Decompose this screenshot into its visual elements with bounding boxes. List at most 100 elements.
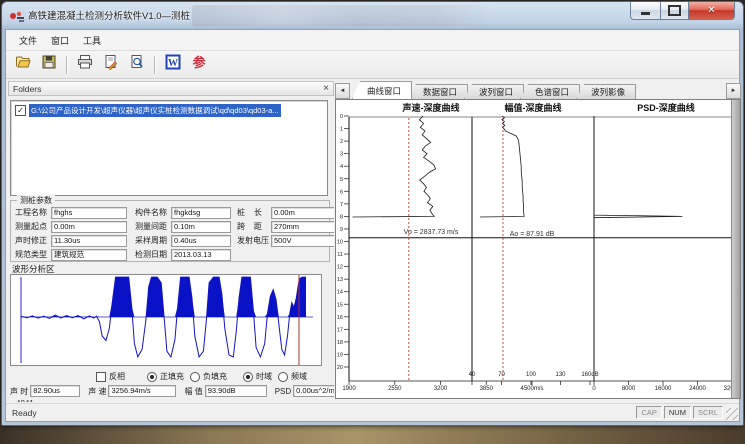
- print-button[interactable]: [73, 54, 97, 76]
- toolbar-separator: [154, 56, 156, 74]
- pile-params-rows: 工程名称fhghs构件名称fhgkdsg桩 长0.00m测量起点0.00m测量间…: [11, 206, 329, 261]
- fill-radio-group-1: 负填充: [190, 371, 227, 382]
- svg-text:Vo = 2837.73 m/s: Vo = 2837.73 m/s: [404, 229, 459, 236]
- readout-field-1[interactable]: 3256.94m/s: [108, 385, 176, 397]
- readout-label-3: PSD: [275, 387, 291, 396]
- svg-text:16000: 16000: [655, 386, 672, 392]
- readout-field-3[interactable]: 0.00us^2/m: [293, 385, 334, 397]
- invert-checkbox-group: 反相: [96, 371, 125, 382]
- param-label: 桩 长: [237, 207, 271, 218]
- param-field[interactable]: 0.10m: [171, 221, 231, 233]
- params-button[interactable]: 参: [187, 54, 211, 76]
- close-button[interactable]: ✕: [688, 2, 735, 20]
- status-indicator-num: NUM: [664, 406, 691, 419]
- param-field[interactable]: 270mm: [271, 221, 334, 233]
- depth-charts-svg: 01234567891011121314151617181920声速-深度曲线1…: [336, 100, 732, 398]
- svg-text:1: 1: [340, 127, 343, 133]
- list-item[interactable]: ✓G:\公司产品设计开发\超声仪器\超声仪实桩检测数据调试\qd\qd03\qd…: [15, 104, 325, 117]
- menu-item-1[interactable]: 窗口: [44, 32, 76, 49]
- param-label: 测量起点: [15, 221, 51, 232]
- param-field[interactable]: 11.30us: [51, 235, 127, 247]
- file-list[interactable]: ✓G:\公司产品设计开发\超声仪器\超声仪实桩检测数据调试\qd\qd03\qd…: [10, 100, 328, 196]
- svg-text:17: 17: [337, 327, 343, 333]
- svg-text:4500m/s: 4500m/s: [520, 386, 543, 392]
- domain-radio-label-0: 时域: [256, 371, 272, 382]
- param-field[interactable]: 0.40us: [171, 235, 231, 247]
- menu-item-2[interactable]: 工具: [76, 32, 108, 49]
- svg-text:6: 6: [340, 189, 343, 195]
- readout-field-2[interactable]: 93.90dB: [205, 385, 267, 397]
- svg-text:4: 4: [340, 164, 343, 170]
- fill-radio-label-1: 负填充: [203, 371, 227, 382]
- depth-charts[interactable]: 01234567891011121314151617181920声速-深度曲线1…: [335, 99, 741, 399]
- tab-1[interactable]: 数据窗口: [408, 84, 468, 99]
- fill-radio-1[interactable]: [190, 372, 200, 382]
- param-field[interactable]: fhgkdsg: [171, 207, 231, 219]
- domain-radio-1[interactable]: [278, 372, 288, 382]
- clipped-text: 4841: [16, 399, 34, 402]
- param-field[interactable]: 建筑规范: [51, 249, 127, 261]
- pile-params-title: 测桩参数: [17, 195, 55, 206]
- svg-text:8000: 8000: [622, 386, 636, 392]
- params-icon: 参: [191, 54, 207, 75]
- domain-radio-0[interactable]: [243, 372, 253, 382]
- resize-grip[interactable]: [726, 408, 738, 420]
- export-report-button[interactable]: [99, 54, 123, 76]
- invert-label: 反相: [109, 371, 125, 382]
- status-message: Ready: [6, 408, 37, 418]
- title-bar[interactable]: 高铁建混凝土检测分析软件V1.0—测桩 ✕: [2, 2, 743, 29]
- svg-text:70: 70: [498, 372, 505, 378]
- maximize-button[interactable]: [660, 2, 689, 20]
- param-label: 检测日期: [135, 249, 171, 260]
- save-button[interactable]: [37, 54, 61, 76]
- param-row: 测量起点0.00m测量间距0.10m跨 距270mm: [11, 220, 329, 233]
- maximize-icon: [668, 5, 681, 16]
- tab-2[interactable]: 波列窗口: [464, 84, 524, 99]
- folders-panel-header[interactable]: Folders ×: [8, 81, 334, 96]
- toolbar-separator: [66, 56, 68, 74]
- param-field[interactable]: 0.00m: [271, 207, 334, 219]
- param-field[interactable]: fhghs: [51, 207, 127, 219]
- menu-bar: 文件窗口工具: [6, 30, 739, 51]
- svg-text:Ao = 87.91 dB: Ao = 87.91 dB: [510, 231, 555, 238]
- window-title: 高铁建混凝土检测分析软件V1.0—测桩: [28, 8, 190, 22]
- param-field[interactable]: 2013.03.13: [171, 249, 231, 261]
- fill-radio-label-0: 正填充: [160, 371, 184, 382]
- readout-field-0[interactable]: 82.90us: [30, 385, 80, 397]
- param-label: 工程名称: [15, 207, 51, 218]
- checkbox-icon[interactable]: ✓: [15, 105, 26, 116]
- svg-text:15: 15: [337, 302, 343, 308]
- tab-scroll-left-button[interactable]: ◄: [335, 83, 350, 99]
- domain-radio-group-1: 频域: [278, 371, 307, 382]
- folders-panel-title: Folders: [13, 84, 41, 94]
- panel-close-icon[interactable]: ×: [323, 85, 329, 93]
- param-label: 规范类型: [15, 249, 51, 260]
- fill-radio-0[interactable]: [147, 372, 157, 382]
- svg-text:14: 14: [337, 290, 343, 296]
- svg-text:40: 40: [469, 372, 476, 378]
- caption-buttons: ✕: [631, 2, 735, 20]
- open-file-icon: [15, 54, 31, 75]
- print-preview-icon: [129, 54, 145, 75]
- waveform-plot[interactable]: [10, 274, 322, 366]
- file-path: G:\公司产品设计开发\超声仪器\超声仪实桩检测数据调试\qd\qd03\qd0…: [29, 104, 281, 117]
- tab-0[interactable]: 曲线窗口: [352, 81, 412, 99]
- svg-text:19: 19: [337, 352, 343, 358]
- svg-text:3: 3: [340, 152, 343, 158]
- domain-radio-label-1: 频域: [291, 371, 307, 382]
- word-report-button[interactable]: W: [161, 54, 185, 76]
- param-field[interactable]: 500V: [271, 235, 334, 247]
- menu-item-0[interactable]: 文件: [12, 32, 44, 49]
- tab-3[interactable]: 色谱窗口: [520, 84, 580, 99]
- param-field[interactable]: 0.00m: [51, 221, 127, 233]
- svg-text:W: W: [168, 58, 178, 69]
- tab-scroll-right-button[interactable]: ►: [726, 83, 741, 99]
- minimize-button[interactable]: [630, 2, 661, 20]
- vertical-scrollbar[interactable]: [731, 100, 740, 398]
- invert-checkbox[interactable]: [96, 372, 106, 382]
- open-file-button[interactable]: [11, 54, 35, 76]
- tab-4[interactable]: 波列影像: [576, 84, 636, 99]
- print-preview-button[interactable]: [125, 54, 149, 76]
- svg-text:2: 2: [340, 139, 343, 145]
- svg-text:8: 8: [340, 214, 343, 220]
